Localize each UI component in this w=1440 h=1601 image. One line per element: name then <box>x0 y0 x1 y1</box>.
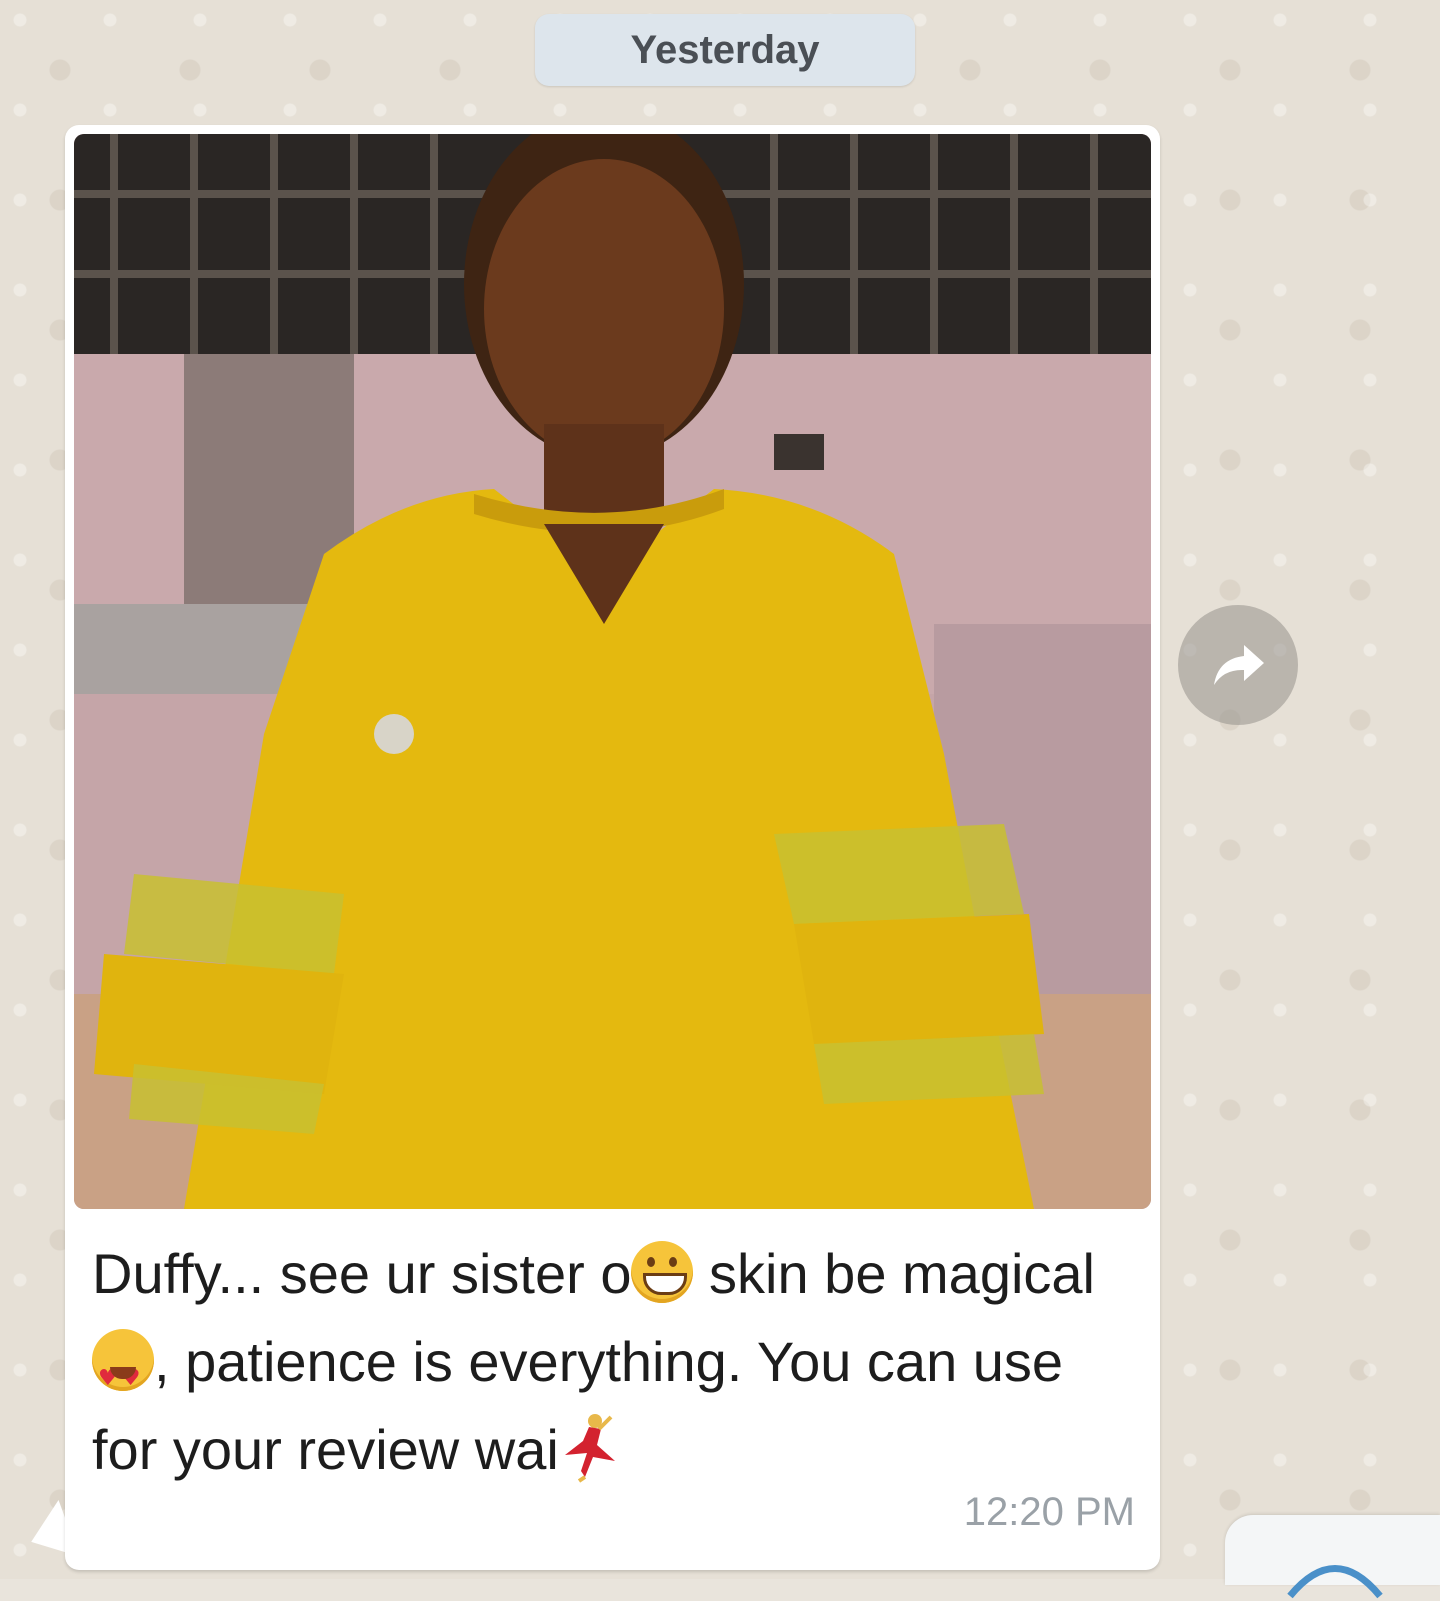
forward-arrow-icon <box>1214 645 1264 685</box>
date-separator: Yesterday <box>535 14 915 86</box>
forward-button[interactable] <box>1178 605 1298 725</box>
grinning-face-icon <box>631 1241 694 1303</box>
message-timestamp: 12:20 PM <box>963 1490 1135 1534</box>
dancer-icon <box>559 1411 619 1483</box>
scroll-down-button[interactable] <box>1225 1515 1440 1599</box>
partial-circle-icon <box>1287 1565 1383 1599</box>
message-text-part2: skin be magical <box>709 1242 1095 1305</box>
message-text: Duffy... see ur sister o skin be magical… <box>92 1230 1132 1494</box>
message-text-part1: Duffy... see ur sister o <box>92 1242 632 1305</box>
date-separator-label: Yesterday <box>630 27 820 72</box>
message-photo[interactable] <box>74 134 1151 1209</box>
photo-image <box>74 134 1151 1209</box>
heart-eyes-icon <box>92 1329 154 1423</box>
